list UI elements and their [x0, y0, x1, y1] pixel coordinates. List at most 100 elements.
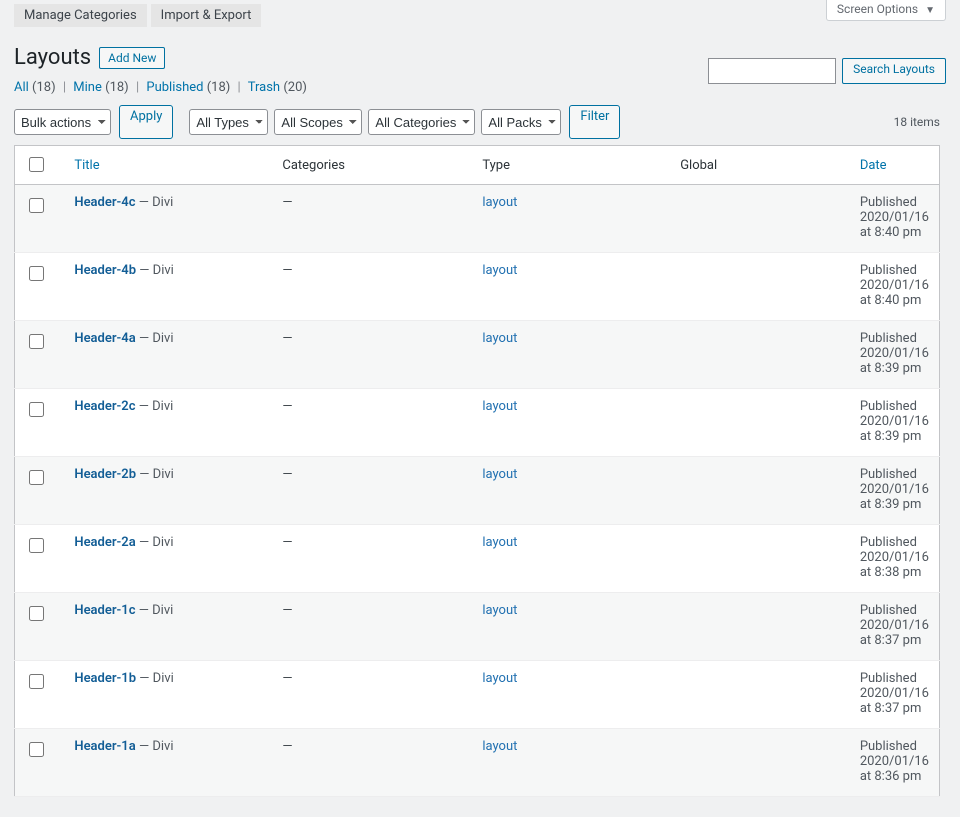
- row-title-link[interactable]: Header-2b: [74, 467, 136, 482]
- screen-options-tab[interactable]: Screen Options ▼: [826, 0, 946, 21]
- row-title-link[interactable]: Header-4b: [74, 263, 136, 278]
- row-global: [670, 321, 850, 389]
- row-categories: —: [272, 729, 472, 797]
- row-global: [670, 253, 850, 321]
- row-builder: — Divi: [136, 331, 174, 346]
- row-status: Published: [860, 739, 929, 754]
- items-count: 18 items: [894, 115, 940, 129]
- col-date[interactable]: Date: [850, 146, 940, 185]
- row-title-link[interactable]: Header-2c: [74, 399, 135, 414]
- row-title-link[interactable]: Header-1c: [74, 603, 135, 618]
- tab-import-export[interactable]: Import & Export: [151, 4, 262, 27]
- admin-subnav: Manage Categories Import & Export: [14, 0, 940, 27]
- layouts-table: Title Categories Type Global Date Header…: [14, 145, 940, 797]
- table-row: Header-1a — Divi — layout Published2020/01/…: [15, 729, 940, 797]
- search-layouts-button[interactable]: Search Layouts: [842, 58, 946, 84]
- row-type-link[interactable]: layout: [482, 535, 517, 550]
- row-checkbox[interactable]: [29, 198, 44, 213]
- search-input[interactable]: [708, 58, 836, 84]
- row-date: 2020/01/16 at 8:40 pm: [860, 210, 929, 240]
- filter-types-select[interactable]: All Types: [189, 109, 268, 135]
- row-builder: — Divi: [136, 603, 174, 618]
- row-builder: — Divi: [136, 195, 174, 210]
- row-type-link[interactable]: layout: [482, 739, 517, 754]
- view-published[interactable]: Published: [146, 80, 203, 95]
- row-checkbox[interactable]: [29, 334, 44, 349]
- row-categories: —: [272, 321, 472, 389]
- row-global: [670, 457, 850, 525]
- apply-button[interactable]: Apply: [119, 105, 173, 139]
- row-status: Published: [860, 535, 929, 550]
- row-type-link[interactable]: layout: [482, 195, 517, 210]
- row-builder: — Divi: [136, 399, 174, 414]
- row-global: [670, 661, 850, 729]
- row-checkbox[interactable]: [29, 538, 44, 553]
- filter-scopes-select[interactable]: All Scopes: [274, 109, 362, 135]
- row-title-link[interactable]: Header-4a: [74, 331, 135, 346]
- filter-button[interactable]: Filter: [569, 105, 620, 139]
- row-status: Published: [860, 195, 929, 210]
- row-checkbox[interactable]: [29, 402, 44, 417]
- row-global: [670, 593, 850, 661]
- row-global: [670, 729, 850, 797]
- row-title-link[interactable]: Header-4c: [74, 195, 135, 210]
- add-new-button[interactable]: Add New: [99, 47, 165, 69]
- row-categories: —: [272, 389, 472, 457]
- row-title-link[interactable]: Header-1b: [74, 671, 136, 686]
- row-type-link[interactable]: layout: [482, 399, 517, 414]
- row-date: 2020/01/16 at 8:39 pm: [860, 414, 929, 444]
- view-all[interactable]: All: [14, 80, 29, 95]
- row-type-link[interactable]: layout: [482, 671, 517, 686]
- row-checkbox[interactable]: [29, 606, 44, 621]
- col-categories: Categories: [272, 146, 472, 185]
- row-date: 2020/01/16 at 8:39 pm: [860, 482, 929, 512]
- row-status: Published: [860, 399, 929, 414]
- col-global: Global: [670, 146, 850, 185]
- row-title-link[interactable]: Header-2a: [74, 535, 135, 550]
- row-title-link[interactable]: Header-1a: [74, 739, 135, 754]
- filter-packs-select[interactable]: All Packs: [481, 109, 561, 135]
- row-status: Published: [860, 467, 929, 482]
- screen-options-label: Screen Options: [837, 2, 918, 16]
- row-date: 2020/01/16 at 8:39 pm: [860, 346, 929, 376]
- row-categories: —: [272, 253, 472, 321]
- view-mine[interactable]: Mine: [73, 80, 102, 95]
- col-type: Type: [472, 146, 670, 185]
- row-type-link[interactable]: layout: [482, 603, 517, 618]
- table-row: Header-2a — Divi—layoutPublished2020/01/…: [15, 525, 940, 593]
- tab-manage-categories[interactable]: Manage Categories: [14, 4, 147, 27]
- table-row: Header-4c — Divi—layoutPublished2020/01/…: [15, 185, 940, 253]
- row-status: Published: [860, 331, 929, 346]
- chevron-down-icon: ▼: [925, 5, 935, 16]
- table-row: Header-1b — Divi—layoutPublished2020/01/…: [15, 661, 940, 729]
- row-checkbox[interactable]: [29, 742, 44, 757]
- row-status: Published: [860, 671, 929, 686]
- row-builder: — Divi: [136, 739, 174, 754]
- row-status: Published: [860, 263, 929, 278]
- row-date: 2020/01/16 at 8:36 pm: [860, 754, 929, 784]
- row-builder: — Divi: [136, 671, 174, 686]
- table-row: Header-4b — Divi—layoutPublished2020/01/…: [15, 253, 940, 321]
- row-global: [670, 525, 850, 593]
- row-type-link[interactable]: layout: [482, 467, 517, 482]
- row-builder: — Divi: [136, 467, 174, 482]
- row-checkbox[interactable]: [29, 266, 44, 281]
- row-type-link[interactable]: layout: [482, 263, 517, 278]
- row-checkbox[interactable]: [29, 674, 44, 689]
- row-date: 2020/01/16 at 8:37 pm: [860, 686, 929, 716]
- view-trash[interactable]: Trash: [248, 80, 280, 95]
- row-checkbox[interactable]: [29, 470, 44, 485]
- row-builder: — Divi: [136, 535, 174, 550]
- bulk-actions-select[interactable]: Bulk actions: [14, 109, 111, 135]
- row-global: [670, 389, 850, 457]
- row-categories: —: [272, 525, 472, 593]
- page-title: Layouts: [14, 45, 91, 70]
- row-status: Published: [860, 603, 929, 618]
- row-global: [670, 185, 850, 253]
- select-all-checkbox[interactable]: [29, 157, 44, 172]
- row-type-link[interactable]: layout: [482, 331, 517, 346]
- filter-categories-select[interactable]: All Categories: [368, 109, 475, 135]
- row-categories: —: [272, 593, 472, 661]
- row-date: 2020/01/16 at 8:37 pm: [860, 618, 929, 648]
- col-title[interactable]: Title: [64, 146, 272, 185]
